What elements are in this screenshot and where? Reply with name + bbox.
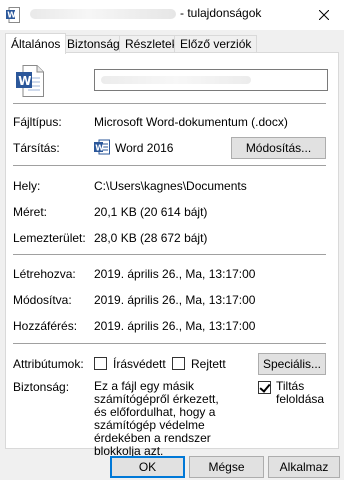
ok-button[interactable]: OK xyxy=(110,456,185,478)
divider xyxy=(13,165,326,166)
modified-value: 2019. április 26., Ma, 13:17:00 xyxy=(94,293,256,307)
tab-strip: Általános Biztonság Részletek Előző verz… xyxy=(5,33,335,54)
readonly-label: Írásvédett xyxy=(113,357,166,371)
title-bar: W - tulajdonságok xyxy=(0,0,344,30)
cancel-button[interactable]: Mégse xyxy=(189,456,264,478)
location-value: C:\Users\kagnes\Documents xyxy=(94,179,247,193)
properties-window: W - tulajdonságok Általános Biztonság Ré… xyxy=(0,0,344,480)
advanced-button[interactable]: Speciális... xyxy=(258,353,326,375)
size-value: 20,1 KB (20 614 bájt) xyxy=(94,205,208,219)
file-type-value: Microsoft Word-dokumentum (.docx) xyxy=(94,115,288,129)
accessed-value: 2019. április 26., Ma, 13:17:00 xyxy=(94,319,256,333)
created-label: Létrehozva: xyxy=(13,267,76,281)
modified-label: Módosítva: xyxy=(13,293,72,307)
redacted-file-name xyxy=(30,9,176,19)
file-type-label: Fájltípus: xyxy=(13,115,62,129)
close-icon xyxy=(319,10,329,20)
general-tab-panel: W Fájltípus: Microsoft Word-dokumentum (… xyxy=(5,52,339,458)
divider xyxy=(13,103,326,104)
svg-text:W: W xyxy=(18,74,31,88)
readonly-checkbox[interactable] xyxy=(94,357,107,370)
size-on-disk-value: 28,0 KB (28 672 bájt) xyxy=(94,231,208,245)
apply-button[interactable]: Alkalmaz xyxy=(268,456,340,478)
security-warning-text: Ez a fájl egy másik számítógépről érkeze… xyxy=(94,379,219,458)
tab-security[interactable]: Biztonság xyxy=(61,35,126,53)
accessed-label: Hozzáférés: xyxy=(13,319,78,333)
size-label: Méret: xyxy=(13,205,48,219)
security-label: Biztonság: xyxy=(13,380,70,394)
created-value: 2019. április 26., Ma, 13:17:00 xyxy=(94,267,256,281)
unblock-label: Tiltás feloldása xyxy=(276,379,325,406)
file-name-input[interactable] xyxy=(94,69,328,91)
hidden-label: Rejtett xyxy=(191,357,226,371)
tab-general[interactable]: Általános xyxy=(5,33,67,54)
unblock-checkbox[interactable] xyxy=(258,381,271,394)
location-label: Hely: xyxy=(13,179,41,193)
svg-text:W: W xyxy=(95,144,104,153)
close-button[interactable] xyxy=(304,0,344,30)
window-title: - tulajdonságok xyxy=(180,6,262,20)
attributes-label: Attribútumok: xyxy=(13,357,84,371)
word-document-icon: W xyxy=(6,7,20,23)
change-button[interactable]: Módosítás... xyxy=(231,137,326,159)
divider xyxy=(13,254,326,255)
divider xyxy=(13,343,326,344)
tab-previous-versions[interactable]: Előző verziók xyxy=(174,35,258,53)
size-on-disk-label: Lemezterület: xyxy=(13,231,86,245)
redacted-file-name xyxy=(101,76,251,84)
opens-with-label: Társítás: xyxy=(13,141,60,155)
svg-text:W: W xyxy=(7,11,16,20)
opens-with-value: Word 2016 xyxy=(115,141,174,155)
file-type-large-icon: W xyxy=(16,65,44,100)
word-app-icon: W xyxy=(94,139,110,158)
hidden-checkbox[interactable] xyxy=(172,357,185,370)
